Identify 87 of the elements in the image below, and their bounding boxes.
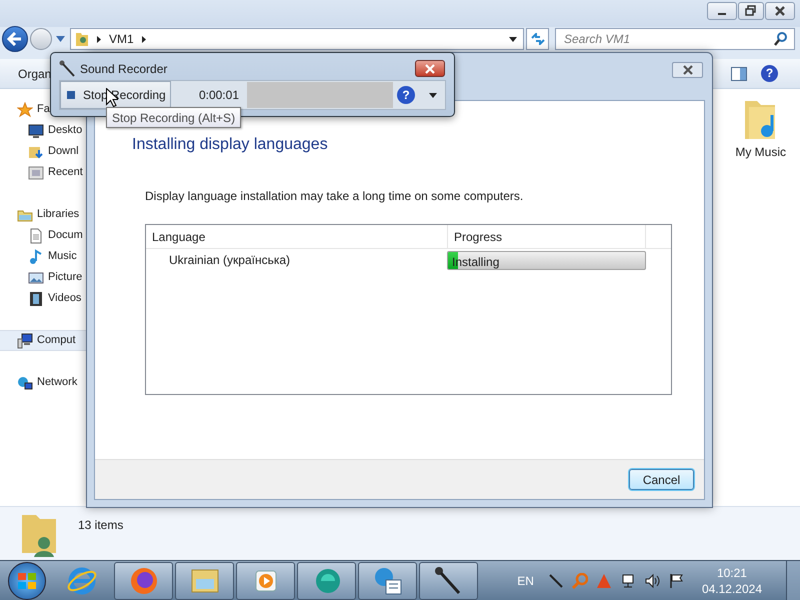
window-title: Sound Recorder [80,60,168,78]
taskbar-button[interactable] [236,562,295,600]
recent-places-icon [28,164,44,180]
folder-user-icon [75,31,89,47]
column-header[interactable]: Progress [447,225,646,248]
minimize-icon [718,13,726,15]
breadcrumb[interactable]: VM1 [109,30,134,48]
computer-icon [17,332,33,348]
sidebar-label: Fa [37,102,50,118]
language-cell-text: Ukrainian (українська) [168,252,292,269]
dropdown-arrow-icon [56,36,65,42]
cancel-button[interactable]: Cancel [629,469,694,490]
film-icon [28,290,44,306]
back-button[interactable] [2,26,28,52]
dropdown-arrow-icon [429,92,437,98]
monitor-icon [28,122,44,138]
item-count: 13 items [78,517,124,534]
four-pane-flag-icon [17,572,37,590]
microphone-icon [59,60,76,78]
document-icon [28,228,44,244]
sidebar-label: Network [37,375,78,390]
sidebar-item[interactable]: Libraries [0,204,87,225]
chevron-right-icon [97,36,101,42]
music-note-icon [28,248,44,264]
sidebar-item[interactable]: Downl [0,141,87,162]
elapsed-time: 0:00:01 [198,87,240,104]
warning-triangle-icon [596,572,612,588]
sidebar-item[interactable]: Docum [0,225,87,246]
picture-icon [28,270,44,286]
star-icon [17,102,33,118]
sidebar-item[interactable]: Recent [0,162,87,183]
sidebar-item[interactable]: Deskto [0,120,87,141]
dialog-message: Display language installation may take a long time on some computers. [145,188,524,205]
sidebar-label: Downl [48,144,79,160]
network-monitor-icon [620,572,636,588]
close-icon [680,65,694,75]
start-button[interactable] [8,562,46,600]
organize-button[interactable]: Organ [18,64,52,82]
speaker-icon [644,572,660,588]
sidebar-label: Comput [37,333,76,348]
sidebar-label: Libraries [37,207,80,222]
flag-icon [668,572,684,588]
pen-icon [548,572,564,588]
address-bar[interactable]: VM1 [70,28,524,50]
refresh-arrows-icon [530,33,544,45]
sidebar-label: Music [48,249,77,264]
stop-square-icon [67,91,75,99]
taskbar-button[interactable] [358,562,417,600]
sidebar-item[interactable]: Comput [0,330,87,351]
taskbar-button[interactable] [419,562,478,600]
chevron-right-icon [142,36,146,42]
folder-label: My Music [735,144,786,161]
show-desktop-button[interactable] [786,560,800,600]
dropdown-arrow-icon [509,36,517,42]
taskbar-button[interactable] [297,562,356,600]
sidebar-label: Deskto [48,123,82,138]
search-field[interactable]: Search VM1 [555,28,795,50]
tooltip: Stop Recording (Alt+S) [106,107,242,128]
magnifier-icon [572,572,588,588]
close-button[interactable] [672,62,703,78]
close-button[interactable] [415,60,445,77]
sidebar-item[interactable]: Network [0,372,87,393]
browser-e-icon [66,564,98,596]
sidebar-label: Docum [48,228,83,244]
sidebar-label: Recent [48,165,83,180]
taskbar-button[interactable] [175,562,234,600]
search-icon [774,32,787,46]
sidebar-label: Videos [48,291,82,306]
network-globe-icon [17,374,33,390]
clock-date[interactable]: 04.12.2024 [702,580,762,596]
sidebar-item[interactable]: Picture [0,267,87,288]
sidebar-item[interactable]: Videos [0,288,87,309]
taskbar-button[interactable] [114,562,173,600]
minimize-button[interactable] [707,2,737,20]
dialog-heading: Installing display languages [132,135,329,155]
help-button[interactable]: ? [761,65,778,82]
column-header[interactable]: Language [146,225,447,248]
preview-pane-icon [731,66,747,80]
back-arrow-icon [7,32,23,46]
sidebar-item[interactable]: Music [0,246,87,267]
close-icon [424,64,436,74]
restore-button[interactable] [738,2,764,20]
close-button[interactable] [765,2,795,20]
sidebar-label: Picture [48,270,82,286]
refresh-button[interactable] [526,28,549,50]
folder-item[interactable]: My Music [735,97,786,161]
help-button[interactable]: ? [397,86,415,104]
